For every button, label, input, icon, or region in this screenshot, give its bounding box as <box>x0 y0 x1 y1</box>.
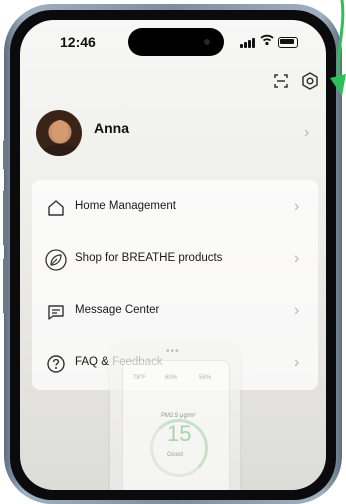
signal-icon <box>240 38 255 48</box>
menu-item-shop[interactable]: Shop for BREATHE products › <box>32 234 318 286</box>
device-preview: ••• 78°F 60% 58% PM2.5 μg/m³ 15 Good <box>110 340 240 490</box>
wifi-icon <box>260 34 274 46</box>
chevron-right-icon: › <box>294 250 300 267</box>
menu-item-label: Shop for BREATHE products <box>75 252 223 264</box>
phone-side-button <box>3 140 7 170</box>
device-screen: 78°F 60% 58% PM2.5 μg/m³ 15 Good <box>122 360 230 490</box>
profile-row[interactable]: Anna › <box>30 104 316 164</box>
battery-icon <box>278 37 298 48</box>
leaf-icon <box>45 249 67 271</box>
menu-item-home-management[interactable]: Home Management › <box>32 182 318 234</box>
home-icon <box>48 200 64 216</box>
app-screen: 12:46 Anna › Home Management › Shop for … <box>20 20 326 490</box>
scan-icon[interactable] <box>270 70 292 92</box>
pm-label: PM2.5 μg/m³ <box>161 413 196 419</box>
chevron-right-icon: › <box>294 302 300 319</box>
chevron-right-icon: › <box>294 198 300 215</box>
device-humidity-left: 60% <box>165 375 178 381</box>
arrow-annotation-icon <box>330 0 346 96</box>
message-icon <box>48 305 64 320</box>
device-humidity-right: 58% <box>199 375 212 381</box>
status-time: 12:46 <box>60 34 96 50</box>
device-dots: ••• <box>166 346 180 357</box>
chevron-right-icon: › <box>304 124 310 141</box>
menu-item-label: Message Center <box>75 304 160 316</box>
dynamic-island <box>128 28 224 56</box>
air-status: Good <box>167 451 183 458</box>
device-temp: 78°F <box>133 375 146 381</box>
pm-value: 15 <box>167 421 192 446</box>
menu-item-label: Home Management <box>75 200 176 212</box>
phone-side-button <box>3 190 7 246</box>
avatar <box>36 110 82 156</box>
menu-item-message-center[interactable]: Message Center › <box>32 286 318 338</box>
phone-side-button <box>3 258 7 314</box>
user-name: Anna <box>94 120 129 136</box>
chevron-right-icon: › <box>294 354 300 371</box>
question-icon <box>47 355 65 373</box>
